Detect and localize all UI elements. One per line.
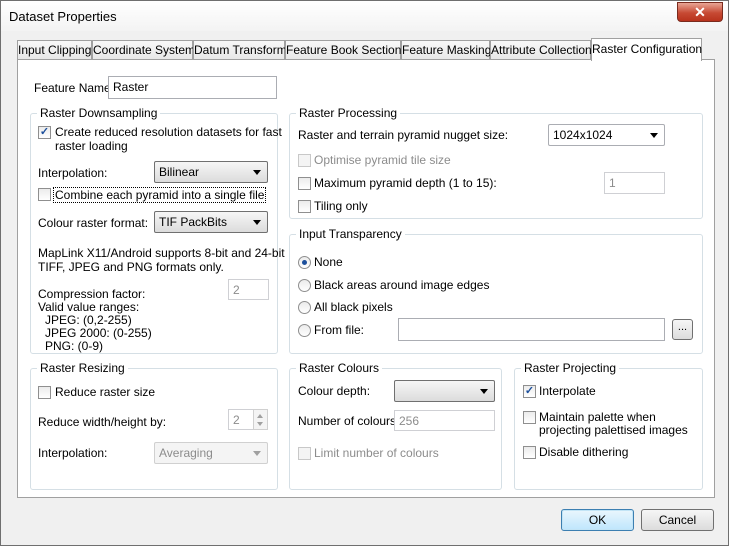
range-png: PNG: (0-9) (45, 339, 104, 353)
raster-downsampling-title: Raster Downsampling (37, 106, 161, 120)
limit-colours-checkbox[interactable] (298, 447, 311, 460)
arrow-down-icon[interactable] (257, 422, 263, 426)
tiling-only-checkbox[interactable] (298, 200, 311, 213)
raster-projecting-group: Raster Projecting ✓ Interpolate Maintain… (514, 361, 703, 490)
interpolation-dropdown[interactable]: Bilinear (154, 161, 268, 183)
chevron-down-icon (480, 389, 488, 394)
raster-processing-title: Raster Processing (296, 106, 401, 120)
colour-format-value: TIF PackBits (159, 215, 228, 229)
raster-colours-title: Raster Colours (296, 361, 383, 375)
maintain-palette-label-line2[interactable]: projecting palettised images (539, 423, 688, 437)
num-colours-input[interactable]: 256 (394, 410, 495, 431)
colour-format-label: Colour raster format: (38, 216, 149, 230)
resize-interpolation-dropdown[interactable]: Averaging (154, 442, 268, 464)
range-jpeg2000: JPEG 2000: (0-255) (45, 326, 152, 340)
interpolate-checkbox[interactable]: ✓ (523, 385, 536, 398)
tab-coordinate-system[interactable]: Coordinate System (92, 40, 195, 60)
chevron-down-icon (253, 220, 261, 225)
nugget-size-value: 1024x1024 (553, 128, 613, 142)
tab-feature-book-section[interactable]: Feature Book Section (285, 40, 401, 60)
max-depth-label[interactable]: Maximum pyramid depth (1 to 15): (314, 176, 497, 190)
transparency-none-radio[interactable] (298, 256, 311, 269)
raster-configuration-panel: Feature Name Raster Raster Downsampling … (17, 59, 715, 498)
reduce-size-label[interactable]: Reduce raster size (55, 385, 155, 399)
resize-interpolation-value: Averaging (159, 446, 213, 460)
create-reduced-label-line2[interactable]: raster loading (55, 139, 128, 153)
tab-raster-configuration[interactable]: Raster Configuration (591, 38, 702, 61)
dataset-properties-window: Dataset Properties ✕ Input Clipping Coor… (0, 0, 729, 546)
arrow-up-icon[interactable] (257, 414, 263, 418)
transparency-none-label[interactable]: None (314, 255, 343, 269)
tab-input-clipping[interactable]: Input Clipping (17, 40, 92, 60)
raster-resizing-group: Raster Resizing Reduce raster size Reduc… (30, 361, 278, 490)
tab-datum-transform[interactable]: Datum Transform (193, 40, 287, 60)
maintain-palette-label-line1[interactable]: Maintain palette when (539, 410, 656, 424)
reduce-by-input[interactable]: 2 (228, 409, 254, 430)
raster-processing-group: Raster Processing Raster and terrain pyr… (289, 106, 703, 219)
raster-colours-group: Raster Colours Colour depth: Number of c… (289, 361, 502, 490)
title-bar[interactable]: Dataset Properties ✕ (1, 1, 728, 31)
raster-downsampling-group: Raster Downsampling ✓ Create reduced res… (30, 106, 285, 354)
limit-colours-label[interactable]: Limit number of colours (314, 446, 439, 460)
reduce-by-label: Reduce width/height by: (38, 415, 167, 429)
maintain-palette-checkbox[interactable] (523, 411, 536, 424)
max-depth-checkbox[interactable] (298, 177, 311, 190)
create-reduced-label-line1[interactable]: Create reduced resolution datasets for f… (55, 125, 282, 139)
transparency-edges-label[interactable]: Black areas around image edges (314, 278, 489, 292)
reduce-by-spinner[interactable] (253, 409, 268, 430)
transparency-edges-radio[interactable] (298, 279, 311, 292)
support-note-line2: TIFF, JPEG and PNG formats only. (38, 260, 224, 274)
optimise-tile-label[interactable]: Optimise pyramid tile size (314, 153, 451, 167)
cancel-button[interactable]: Cancel (641, 509, 714, 531)
close-button[interactable]: ✕ (677, 2, 723, 22)
disable-dithering-checkbox[interactable] (523, 446, 536, 459)
num-colours-label: Number of colours: (298, 414, 400, 428)
reduce-size-checkbox[interactable] (38, 386, 51, 399)
input-transparency-title: Input Transparency (296, 227, 405, 241)
feature-name-label: Feature Name (34, 81, 111, 95)
max-depth-input[interactable]: 1 (604, 172, 665, 194)
valid-ranges-label: Valid value ranges: (38, 300, 140, 314)
chevron-down-icon (253, 170, 261, 175)
chevron-down-icon (253, 451, 261, 456)
browse-button[interactable]: ... (672, 319, 693, 340)
colour-depth-label: Colour depth: (298, 384, 371, 398)
ok-button[interactable]: OK (561, 509, 634, 531)
transparency-from-file-label[interactable]: From file: (314, 323, 364, 337)
combine-pyramid-label[interactable]: Combine each pyramid into a single file (53, 187, 267, 203)
compression-label: Compression factor: (38, 287, 146, 301)
support-note-line1: MapLink X11/Android supports 8-bit and 2… (38, 246, 285, 260)
nugget-size-label: Raster and terrain pyramid nugget size: (298, 128, 509, 142)
interpolation-value: Bilinear (159, 165, 200, 179)
transparency-file-input[interactable] (398, 318, 665, 341)
combine-pyramid-checkbox[interactable] (38, 188, 51, 201)
range-jpeg: JPEG: (0,2-255) (45, 313, 132, 327)
colour-depth-dropdown[interactable] (394, 380, 495, 402)
compression-input[interactable]: 2 (228, 279, 269, 300)
chevron-down-icon (650, 133, 658, 138)
resize-interpolation-label: Interpolation: (38, 446, 108, 460)
disable-dithering-label[interactable]: Disable dithering (539, 445, 628, 459)
interpolation-label: Interpolation: (38, 166, 108, 180)
tab-attribute-collection[interactable]: Attribute Collection (490, 40, 592, 60)
optimise-tile-checkbox[interactable] (298, 154, 311, 167)
interpolate-label[interactable]: Interpolate (539, 384, 596, 398)
transparency-all-black-label[interactable]: All black pixels (314, 300, 393, 314)
raster-resizing-title: Raster Resizing (37, 361, 128, 375)
tiling-only-label[interactable]: Tiling only (314, 199, 368, 213)
colour-format-dropdown[interactable]: TIF PackBits (154, 211, 268, 233)
window-title: Dataset Properties (9, 9, 117, 24)
tab-feature-masking[interactable]: Feature Masking (401, 40, 491, 60)
close-icon: ✕ (694, 4, 706, 20)
create-reduced-checkbox[interactable]: ✓ (38, 126, 51, 139)
raster-projecting-title: Raster Projecting (521, 361, 620, 375)
transparency-from-file-radio[interactable] (298, 324, 311, 337)
transparency-all-black-radio[interactable] (298, 301, 311, 314)
input-transparency-group: Input Transparency None Black areas arou… (289, 227, 703, 354)
feature-name-input[interactable]: Raster (108, 76, 277, 99)
nugget-size-dropdown[interactable]: 1024x1024 (548, 124, 665, 146)
